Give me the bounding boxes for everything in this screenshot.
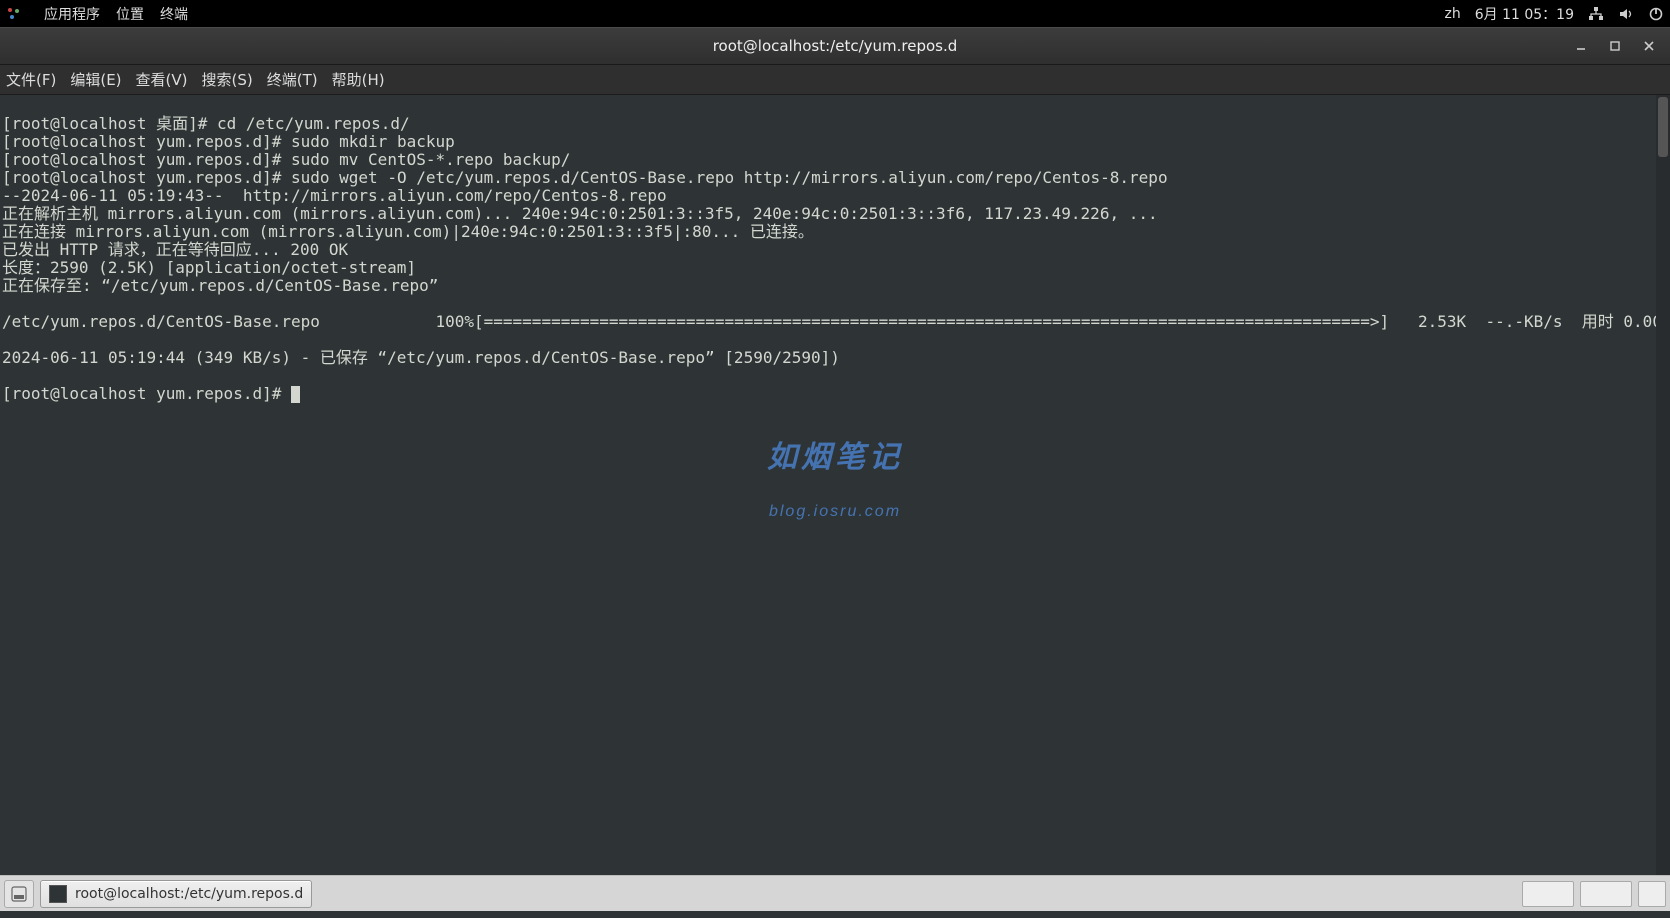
input-method-indicator[interactable]: zh: [1445, 6, 1461, 22]
terminal-line: /etc/yum.repos.d/CentOS-Base.repo 100%[=…: [2, 312, 1670, 331]
menu-view[interactable]: 查看(V): [136, 69, 188, 90]
watermark: 如烟笔记 blog.iosru.com: [767, 413, 903, 557]
terminal-task-icon: [49, 885, 67, 903]
terminal-line: [root@localhost yum.repos.d]# sudo wget …: [2, 168, 1168, 187]
menu-search[interactable]: 搜索(S): [202, 69, 253, 90]
datetime-indicator[interactable]: 6月 11 05：19: [1475, 4, 1574, 24]
terminal-line: 已发出 HTTP 请求，正在等待回应... 200 OK: [2, 240, 348, 259]
terminal-viewport[interactable]: [root@localhost 桌面]# cd /etc/yum.repos.d…: [0, 95, 1670, 875]
terminal-line: [root@localhost yum.repos.d]# sudo mkdir…: [2, 132, 455, 151]
tray-area-2[interactable]: [1580, 881, 1632, 907]
terminal-line: 长度：2590 (2.5K) [application/octet-stream…: [2, 258, 416, 277]
terminal-cursor: [291, 386, 300, 403]
network-icon[interactable]: [1588, 6, 1604, 22]
volume-icon[interactable]: [1618, 6, 1634, 22]
top-system-panel: 应用程序 位置 终端 zh 6月 11 05：19: [0, 0, 1670, 27]
menu-help[interactable]: 帮助(H): [332, 69, 385, 90]
power-icon[interactable]: [1648, 6, 1664, 22]
panel-menu-places[interactable]: 位置: [116, 4, 144, 24]
terminal-scrollbar[interactable]: [1656, 95, 1670, 875]
tray-area-3[interactable]: [1638, 881, 1666, 907]
scrollbar-thumb[interactable]: [1658, 97, 1668, 157]
terminal-line: 正在连接 mirrors.aliyun.com (mirrors.aliyun.…: [2, 222, 814, 241]
terminal-line: [root@localhost 桌面]# cd /etc/yum.repos.d…: [2, 114, 410, 133]
bottom-task-panel: root@localhost:/etc/yum.repos.d: [0, 875, 1670, 911]
menu-file[interactable]: 文件(F): [6, 69, 56, 90]
window-minimize-button[interactable]: [1564, 31, 1598, 61]
taskbar-item-terminal[interactable]: root@localhost:/etc/yum.repos.d: [40, 880, 312, 908]
panel-menu-terminal[interactable]: 终端: [160, 4, 188, 24]
activities-icon: [6, 6, 22, 22]
terminal-line: 正在保存至: “/etc/yum.repos.d/CentOS-Base.rep…: [2, 276, 438, 295]
terminal-menubar: 文件(F) 编辑(E) 查看(V) 搜索(S) 终端(T) 帮助(H): [0, 65, 1670, 95]
window-titlebar[interactable]: root@localhost:/etc/yum.repos.d: [0, 27, 1670, 65]
menu-terminal[interactable]: 终端(T): [267, 69, 318, 90]
watermark-subtitle: blog.iosru.com: [767, 503, 903, 521]
tray-area-1[interactable]: [1522, 881, 1574, 907]
terminal-line: --2024-06-11 05:19:43-- http://mirrors.a…: [2, 186, 667, 205]
menu-edit[interactable]: 编辑(E): [70, 69, 121, 90]
show-desktop-button[interactable]: [4, 880, 34, 908]
terminal-prompt-line: [root@localhost yum.repos.d]#: [2, 384, 300, 403]
terminal-line: 2024-06-11 05:19:44 (349 KB/s) - 已保存 “/e…: [2, 348, 840, 367]
taskbar-item-label: root@localhost:/etc/yum.repos.d: [75, 886, 303, 902]
terminal-line: 正在解析主机 mirrors.aliyun.com (mirrors.aliyu…: [2, 204, 1158, 223]
watermark-title: 如烟笔记: [767, 449, 903, 467]
window-close-button[interactable]: [1632, 31, 1666, 61]
window-title: root@localhost:/etc/yum.repos.d: [0, 37, 1670, 55]
window-maximize-button[interactable]: [1598, 31, 1632, 61]
panel-menu-applications[interactable]: 应用程序: [44, 4, 100, 24]
terminal-line: [root@localhost yum.repos.d]# sudo mv Ce…: [2, 150, 570, 169]
